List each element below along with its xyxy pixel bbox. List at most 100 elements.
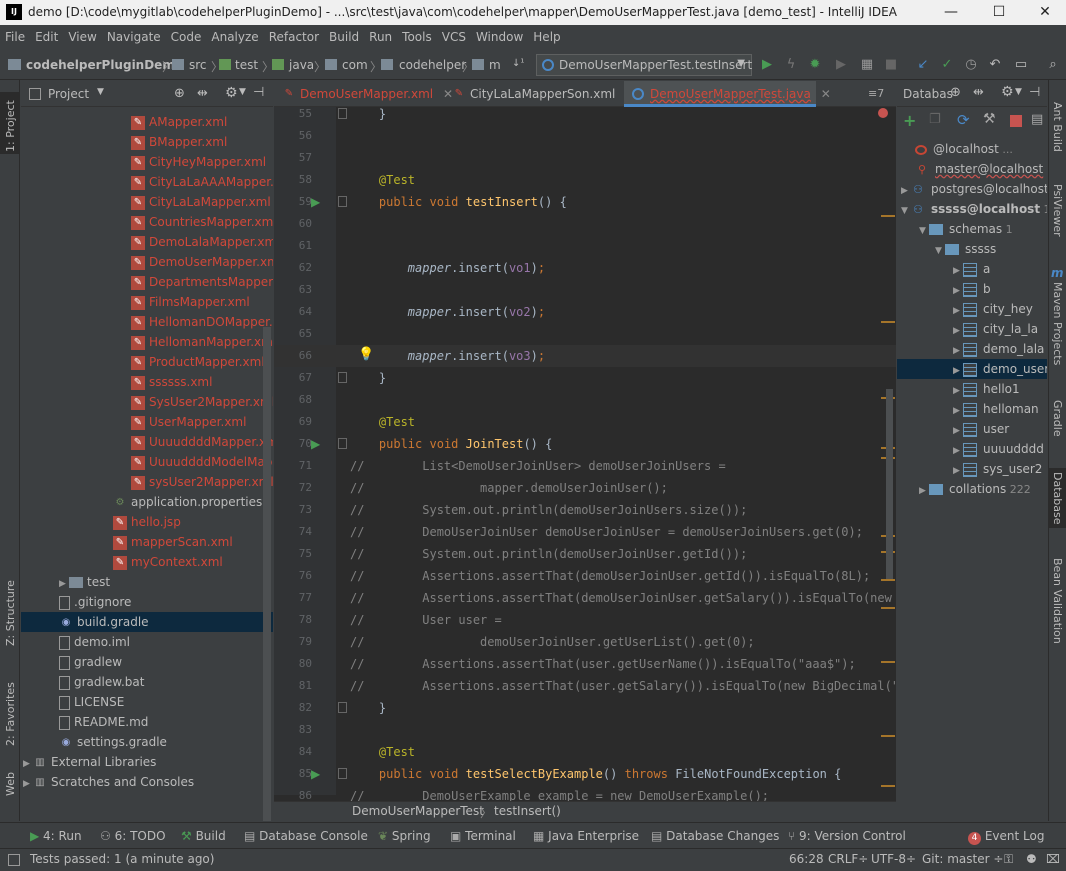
code-line[interactable]: 59 public void testInsert() { [274, 191, 896, 213]
fold-marker-icon[interactable] [338, 768, 347, 779]
project-tree-item[interactable]: ✎ myContext.xml [21, 552, 273, 572]
database-tool-button[interactable]: Database [1051, 472, 1064, 525]
profile-icon[interactable]: ▦ [858, 56, 876, 74]
database-tree-item[interactable]: ▶ b [897, 279, 1047, 299]
project-tree-item[interactable]: gradlew.bat [21, 672, 273, 692]
code-line[interactable]: 71 // List<DemoUserJoinUser> demoUserJoin… [274, 455, 896, 477]
project-tree-item[interactable]: demo.iml [21, 632, 273, 652]
gear-icon[interactable]: ⚙ [225, 85, 238, 101]
code-line[interactable]: 56 [274, 125, 896, 147]
code-line[interactable]: 77 // Assertions.assertThat(demoUserJoinU… [274, 587, 896, 609]
properties-icon[interactable]: ⚒ [983, 111, 996, 127]
database-console-tool-button[interactable]: ▤ Database Console [244, 829, 368, 843]
project-tree-item[interactable]: ✎ CityHeyMapper.xml [21, 152, 273, 172]
database-tree-item[interactable]: ▶ collations 222 [897, 479, 1047, 499]
inspector-icon[interactable]: ⚉ [1026, 852, 1037, 866]
fold-marker-icon[interactable] [338, 702, 347, 713]
project-tree-item[interactable]: ✎ DemoUserMapper.xml [21, 252, 273, 272]
breadcrumb-com[interactable]: com [342, 58, 368, 72]
fold-marker-icon[interactable] [338, 196, 347, 207]
project-scrollbar[interactable] [263, 327, 271, 821]
project-tree-item[interactable]: ▶ test [21, 572, 273, 592]
database-tree-item[interactable]: ▼ sssss [897, 239, 1047, 259]
code-line[interactable]: 68 [274, 389, 896, 411]
code-line[interactable]: 58 @Test [274, 169, 896, 191]
todo-tool-button[interactable]: ⚇ 6: TODO [100, 829, 166, 843]
vcs-revert-icon[interactable]: ↶ [986, 56, 1004, 74]
menu-file[interactable]: File [0, 26, 30, 44]
chevron-down-icon[interactable]: ▼ [901, 201, 911, 221]
code-line[interactable]: 78 // User user = [274, 609, 896, 631]
status-message[interactable]: Tests passed: 1 (a minute ago) [30, 852, 214, 866]
line-separator[interactable]: CRLF÷ [828, 852, 868, 866]
project-tree-item[interactable]: gradlew [21, 652, 273, 672]
menu-run[interactable]: Run [364, 26, 397, 44]
editor-scrollbar[interactable] [886, 389, 893, 579]
event-log-tool-button[interactable]: 4 Event Log [968, 829, 1044, 845]
breadcrumb-test[interactable]: test [235, 58, 258, 72]
chevron-right-icon[interactable]: ▶ [953, 381, 963, 401]
project-tree-item[interactable]: ✎ ssssss.xml [21, 372, 273, 392]
favorites-tool-button[interactable]: 2: Favorites [4, 682, 17, 746]
fold-marker-icon[interactable] [338, 108, 347, 119]
code-line[interactable]: 76 // Assertions.assertThat(demoUserJoinU… [274, 565, 896, 587]
database-tree-item[interactable]: ▶ helloman [897, 399, 1047, 419]
web-tool-button[interactable]: Web [4, 772, 17, 796]
chevron-right-icon[interactable]: ▶ [953, 421, 963, 441]
project-tree-item[interactable]: ✎ AMapper.xml [21, 112, 273, 132]
vcs-history-icon[interactable]: ◷ [962, 56, 980, 74]
project-tree-item[interactable]: ✎ CityLaLaMapper.xml [21, 192, 273, 212]
menu-view[interactable]: View [63, 26, 101, 44]
chevron-right-icon[interactable]: ▶ [953, 261, 963, 281]
project-tree-item[interactable]: LICENSE [21, 692, 273, 712]
menu-vcs[interactable]: VCS [437, 26, 471, 44]
warning-stripe-mark[interactable] [881, 735, 895, 737]
database-tree-item[interactable]: ▶ a [897, 259, 1047, 279]
database-tree-item[interactable]: ▶ user [897, 419, 1047, 439]
menu-build[interactable]: Build [324, 26, 364, 44]
error-indicator-icon[interactable] [878, 108, 888, 118]
structure-tool-button[interactable]: Z: Structure [4, 580, 17, 646]
database-tree-item[interactable]: ▶ hello1 [897, 379, 1047, 399]
code-line[interactable]: 62 mapper.insert(vo1); [274, 257, 896, 279]
project-tree-item[interactable]: ✎ mapperScan.xml [21, 532, 273, 552]
vcs-commit-icon[interactable]: ✓ [938, 56, 956, 74]
database-changes-tool-button[interactable]: ▤ Database Changes [651, 829, 779, 843]
fold-marker-icon[interactable] [338, 438, 347, 449]
caret-position[interactable]: 66:28 [789, 852, 824, 866]
code-line[interactable]: 69 @Test [274, 411, 896, 433]
code-line[interactable]: 72 // mapper.demoUserJoinUser(); [274, 477, 896, 499]
tab-demousermapper-xml[interactable]: ✎ DemoUserMapper.xml ✕ [274, 81, 453, 107]
chevron-right-icon[interactable]: ▶ [953, 341, 963, 361]
tab-demousermappertest-java[interactable]: DemoUserMapperTest.java ✕ [624, 81, 831, 107]
chevron-right-icon[interactable]: ▶ [23, 754, 33, 774]
menu-navigate[interactable]: Navigate [102, 26, 166, 44]
project-tree-item[interactable]: ✎ CityLaLaAAAMapper.xml [21, 172, 273, 192]
chevron-down-icon[interactable]: ▼ [919, 221, 929, 241]
project-tree-item[interactable]: ✎ BMapper.xml [21, 132, 273, 152]
code-line[interactable]: 83 [274, 719, 896, 741]
code-line[interactable]: 79 // demoUserJoinUser.getUserList().get(… [274, 631, 896, 653]
code-line[interactable]: 61 [274, 235, 896, 257]
project-tree-item[interactable]: ◉ build.gradle [21, 612, 273, 632]
git-branch[interactable]: Git: master ÷ [922, 852, 1003, 866]
code-line[interactable]: 55 } [274, 107, 896, 125]
run-test-icon[interactable]: ▶ [311, 767, 320, 781]
sort-icon[interactable]: ↓¹ [512, 58, 524, 69]
menu-tools[interactable]: Tools [397, 26, 437, 44]
chevron-right-icon[interactable]: ▶ [59, 574, 69, 594]
code-line[interactable]: 82 } [274, 697, 896, 719]
project-tree-item[interactable]: ✎ HellomanDOMapper.xml [21, 312, 273, 332]
database-tree-item[interactable]: ▶ ⚇ postgres@localhost [897, 179, 1047, 199]
memory-icon[interactable]: ⌧ [1046, 852, 1060, 866]
chevron-right-icon[interactable]: ▶ [953, 301, 963, 321]
chevron-right-icon[interactable]: ▶ [953, 401, 963, 421]
breadcrumb-m[interactable]: m [489, 58, 501, 72]
project-tree-item[interactable]: .gitignore [21, 592, 273, 612]
refresh-icon[interactable]: ⟳ [957, 111, 970, 129]
database-tree-item[interactable]: ▶ uuuudddd [897, 439, 1047, 459]
chevron-right-icon[interactable]: ▶ [953, 361, 963, 381]
code-line[interactable]: 81 // Assertions.assertThat(user.getSalar… [274, 675, 896, 697]
menu-edit[interactable]: Edit [30, 26, 63, 44]
menu-window[interactable]: Window [471, 26, 528, 44]
